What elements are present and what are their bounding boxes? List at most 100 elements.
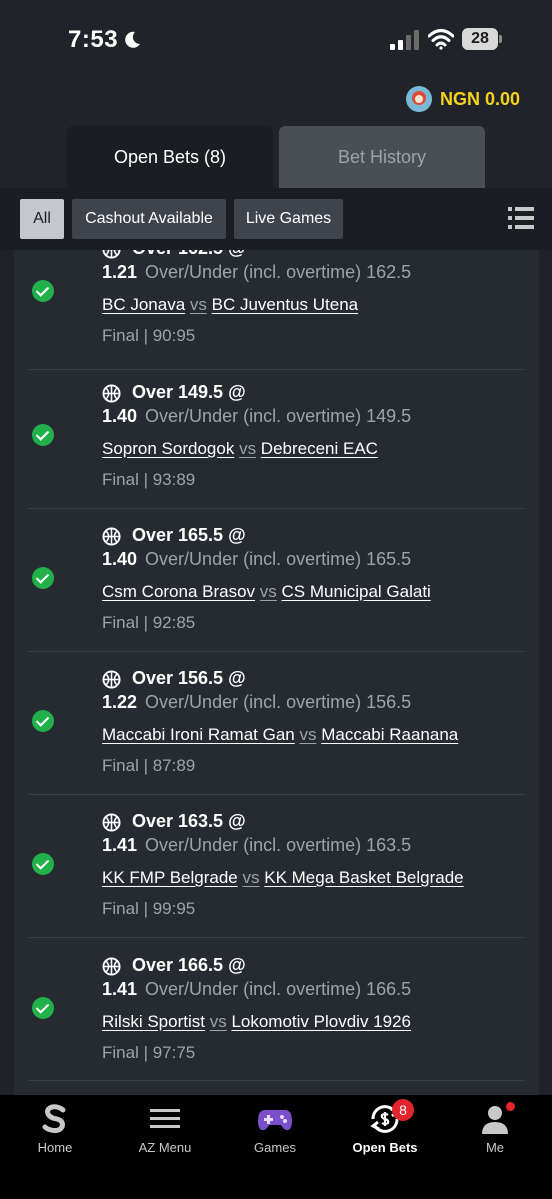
bottom-nav: Home AZ Menu Games 8 Open Bets Me (0, 1095, 552, 1199)
away-team[interactable]: BC Juventus Utena (212, 295, 358, 314)
home-team[interactable]: BC Jonava (102, 295, 185, 314)
bet-card[interactable]: Over 163.5 @ 1.41 Over/Under (incl. overt… (14, 795, 539, 938)
odds-line: 1.22 Over/Under (incl. overtime) 156.5 (102, 692, 411, 713)
battery-level: 28 (462, 28, 498, 50)
odds-value: 1.40 (102, 406, 138, 426)
sportybet-logo-icon (42, 1104, 66, 1134)
market-name: Over/Under (incl. overtime) 149.5 (145, 406, 412, 426)
moon-icon (125, 31, 140, 48)
match-teams[interactable]: Rilski Sportist vs Lokomotiv Plovdiv 192… (102, 1012, 411, 1032)
odds-line: 1.40 Over/Under (incl. overtime) 165.5 (102, 549, 411, 570)
bet-card[interactable]: Over 149.5 @ 1.40 Over/Under (incl. overt… (14, 366, 539, 509)
nav-me[interactable]: Me (440, 1095, 550, 1165)
won-check-icon (32, 424, 54, 446)
odds-value: 1.41 (102, 835, 138, 855)
market-name: Over/Under (incl. overtime) 162.5 (145, 262, 412, 282)
open-bets-count-badge: 8 (392, 1099, 414, 1121)
filter-all-chip[interactable]: All (20, 199, 64, 239)
market-name: Over/Under (incl. overtime) 163.5 (145, 835, 412, 855)
selection-title: Over 149.5 @ (132, 382, 246, 402)
odds-line: 1.41 Over/Under (incl. overtime) 163.5 (102, 835, 411, 856)
final-score: Final | 97:75 (102, 1043, 196, 1062)
match-teams[interactable]: KK FMP Belgrade vs KK Mega Basket Belgra… (102, 868, 464, 888)
home-team[interactable]: Rilski Sportist (102, 1012, 205, 1031)
gamepad-icon (258, 1110, 292, 1131)
final-score: Final | 90:95 (102, 326, 196, 345)
nav-az-menu-label: AZ Menu (138, 1140, 192, 1155)
odds-line: 1.21 Over/Under (incl. overtime) 162.5 (102, 262, 411, 283)
selection-title: Over 166.5 @ (132, 955, 246, 975)
selection-title: Over 156.5 @ (132, 668, 246, 688)
match-teams[interactable]: Maccabi Ironi Ramat Gan vs Maccabi Raana… (102, 725, 458, 745)
final-score: Final | 93:89 (102, 470, 196, 489)
basketball-icon (102, 813, 121, 832)
status-bar: 7:53 28 (0, 0, 552, 80)
selection-title: Over 162.5 @ (132, 250, 246, 259)
basketball-icon (102, 670, 121, 689)
nav-me-label: Me (485, 1140, 505, 1155)
market-name: Over/Under (incl. overtime) 156.5 (145, 692, 412, 712)
final-score: Final | 99:95 (102, 899, 196, 918)
basketball-icon (102, 250, 121, 259)
odds-value: 1.22 (102, 692, 138, 712)
final-score: Final | 87:89 (102, 756, 196, 775)
basketball-icon (102, 527, 121, 546)
away-team[interactable]: Debreceni EAC (261, 439, 378, 458)
bet-card[interactable]: Over 165.5 @ 1.40 Over/Under (incl. overt… (14, 509, 539, 652)
away-team[interactable]: KK Mega Basket Belgrade (264, 868, 463, 887)
tab-open-bets[interactable]: Open Bets (8) (67, 126, 273, 188)
won-check-icon (32, 710, 54, 732)
open-bets-list[interactable]: Over 162.5 @ 1.21 Over/Under (incl. overt… (14, 250, 539, 1095)
home-team[interactable]: Sopron Sordogok (102, 439, 234, 458)
won-check-icon (32, 567, 54, 589)
basketball-icon (102, 384, 121, 403)
hamburger-menu-icon (150, 1109, 180, 1128)
odds-value: 1.41 (102, 979, 138, 999)
nav-home-label: Home (37, 1140, 73, 1155)
odds-line: 1.40 Over/Under (incl. overtime) 149.5 (102, 406, 411, 427)
selection-title: Over 163.5 @ (132, 811, 246, 831)
bet-card[interactable]: Over 166.5 @ 1.41 Over/Under (incl. overt… (14, 938, 539, 1081)
battery-indicator: 28 (462, 28, 502, 50)
odds-value: 1.21 (102, 262, 138, 282)
market-name: Over/Under (incl. overtime) 165.5 (145, 549, 412, 569)
filter-cashout-available-chip[interactable]: Cashout Available (72, 199, 226, 239)
away-team[interactable]: Lokomotiv Plovdiv 1926 (231, 1012, 411, 1031)
won-check-icon (32, 853, 54, 875)
notification-dot (506, 1102, 515, 1111)
cellular-signal-icon (390, 30, 419, 50)
bet-card[interactable]: Over 162.5 @ 1.21 Over/Under (incl. overt… (14, 250, 539, 370)
selection-title: Over 165.5 @ (132, 525, 246, 545)
list-view-icon[interactable] (508, 206, 534, 230)
nav-home[interactable]: Home (0, 1095, 110, 1165)
tab-bet-history[interactable]: Bet History (279, 126, 485, 188)
nav-open-bets[interactable]: 8 Open Bets (330, 1095, 440, 1165)
account-balance[interactable]: NGN 0.00 (405, 86, 520, 112)
vs-label: vs (299, 725, 317, 744)
clock: 7:53 (68, 26, 119, 53)
won-check-icon (32, 280, 54, 302)
won-check-icon (32, 997, 54, 1019)
filter-live-games-chip[interactable]: Live Games (234, 199, 343, 239)
home-team[interactable]: Maccabi Ironi Ramat Gan (102, 725, 295, 744)
match-teams[interactable]: Sopron Sordogok vs Debreceni EAC (102, 439, 378, 459)
nav-games[interactable]: Games (220, 1095, 330, 1165)
bet-card[interactable]: Over 156.5 @ 1.22 Over/Under (incl. overt… (14, 652, 539, 795)
nav-az-menu[interactable]: AZ Menu (110, 1095, 220, 1165)
wifi-icon (428, 29, 454, 50)
basketball-icon (102, 957, 121, 976)
away-team[interactable]: CS Municipal Galati (282, 582, 431, 601)
final-score: Final | 92:85 (102, 613, 196, 632)
home-team[interactable]: KK FMP Belgrade (102, 868, 238, 887)
odds-line: 1.41 Over/Under (incl. overtime) 166.5 (102, 979, 411, 1000)
avatar[interactable] (405, 86, 432, 112)
vs-label: vs (259, 582, 277, 601)
odds-value: 1.40 (102, 549, 138, 569)
market-name: Over/Under (incl. overtime) 166.5 (145, 979, 412, 999)
vs-label: vs (239, 439, 257, 458)
match-teams[interactable]: Csm Corona Brasov vs CS Municipal Galati (102, 582, 431, 602)
away-team[interactable]: Maccabi Raanana (321, 725, 458, 744)
match-teams[interactable]: BC Jonava vs BC Juventus Utena (102, 295, 358, 315)
vs-label: vs (209, 1012, 227, 1031)
home-team[interactable]: Csm Corona Brasov (102, 582, 255, 601)
